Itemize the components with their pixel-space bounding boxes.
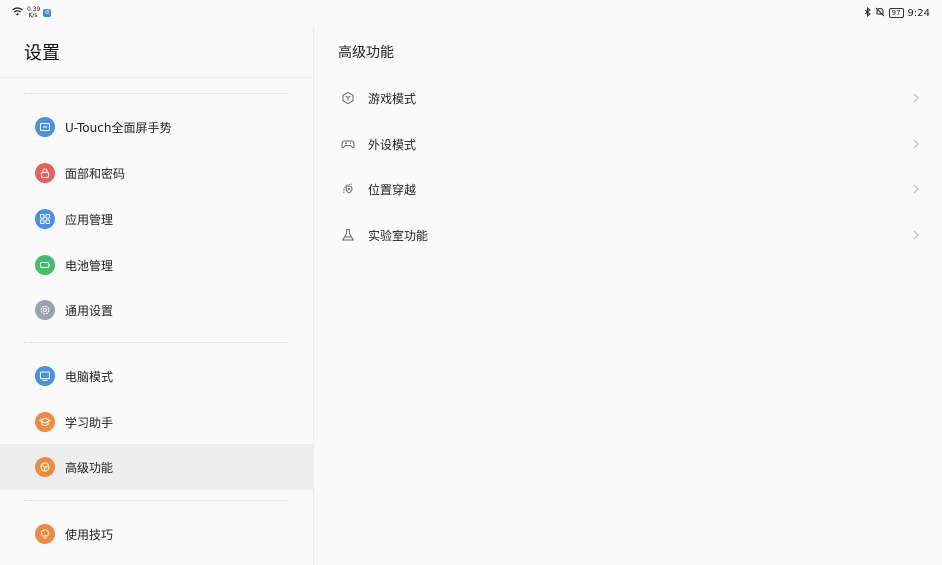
chevron-right-icon <box>912 138 920 150</box>
bluetooth-icon <box>864 6 871 20</box>
title-divider <box>0 77 314 78</box>
game-mode-icon <box>341 91 355 105</box>
clock: 9:24 <box>907 7 930 19</box>
gear-icon <box>35 300 55 320</box>
sidebar-item-label: 使用技巧 <box>65 527 114 542</box>
network-speed: 0.39 K/s <box>27 7 40 19</box>
row-label: 位置穿越 <box>368 182 417 197</box>
page-title: 高级功能 <box>338 45 394 61</box>
battery-indicator: 97 <box>888 8 904 18</box>
sidebar-item-app-management[interactable]: 应用管理 <box>0 196 314 242</box>
row-game-mode[interactable]: 游戏模式 <box>315 75 942 121</box>
sidebar-item-label: 学习助手 <box>65 415 114 430</box>
row-label: 游戏模式 <box>368 91 417 106</box>
status-bar-left: 0.39 K/s d <box>12 7 51 19</box>
wifi-icon <box>12 7 23 19</box>
row-label: 外设模式 <box>368 137 417 152</box>
advanced-features-panel: 高级功能 游戏模式 外设模式 位置穿越 实验室功能 <box>315 26 942 565</box>
sidebar-item-label: 电池管理 <box>65 258 114 273</box>
mute-bell-icon <box>875 7 885 20</box>
status-bar-right: 97 9:24 <box>864 6 930 20</box>
notification-icon: d <box>43 9 51 17</box>
graduation-cap-icon <box>35 412 55 432</box>
sidebar-title: 设置 <box>24 43 60 64</box>
sidebar-item-label: 面部和密码 <box>65 166 126 181</box>
sidebar-item-label: U-Touch全面屏手势 <box>65 120 172 135</box>
flask-icon <box>341 228 355 242</box>
battery-icon <box>35 255 55 275</box>
sidebar-item-label: 应用管理 <box>65 212 114 227</box>
chevron-right-icon <box>912 183 920 195</box>
sidebar-item-label: 电脑模式 <box>65 369 114 384</box>
sidebar-item-battery[interactable]: 电池管理 <box>0 242 314 288</box>
location-travel-icon <box>341 182 355 196</box>
sidebar-item-general-settings[interactable]: 通用设置 <box>0 287 314 333</box>
gamepad-icon <box>341 137 355 151</box>
u-touch-icon <box>35 117 55 137</box>
apps-grid-icon <box>35 209 55 229</box>
lock-icon <box>35 163 55 183</box>
group-divider <box>24 93 288 94</box>
sidebar-item-tips[interactable]: 使用技巧 <box>0 511 314 557</box>
chevron-right-icon <box>912 92 920 104</box>
sidebar-item-face-password[interactable]: 面部和密码 <box>0 150 314 196</box>
row-label: 实验室功能 <box>368 228 429 243</box>
network-speed-unit: K/s <box>28 12 38 19</box>
monitor-icon <box>35 366 55 386</box>
sidebar-item-pc-mode[interactable]: 电脑模式 <box>0 353 314 399</box>
sidebar-item-label: 高级功能 <box>65 460 114 475</box>
lightbulb-icon <box>35 524 55 544</box>
row-location-travel[interactable]: 位置穿越 <box>315 166 942 212</box>
advanced-icon <box>35 457 55 477</box>
chevron-right-icon <box>912 229 920 241</box>
sidebar-item-u-touch[interactable]: U-Touch全面屏手势 <box>0 104 314 150</box>
row-lab-features[interactable]: 实验室功能 <box>315 212 942 258</box>
settings-sidebar: 设置 U-Touch全面屏手势 面部和密码 应用管理 电池管理 通用设置 电脑模… <box>0 26 314 565</box>
status-bar: 0.39 K/s d 97 9:24 <box>0 0 942 26</box>
group-divider <box>24 342 288 343</box>
sidebar-item-study-assistant[interactable]: 学习助手 <box>0 399 314 445</box>
group-divider <box>24 500 288 501</box>
sidebar-item-label: 通用设置 <box>65 303 114 318</box>
row-peripheral-mode[interactable]: 外设模式 <box>315 121 942 167</box>
sidebar-item-advanced-features[interactable]: 高级功能 <box>0 444 314 490</box>
